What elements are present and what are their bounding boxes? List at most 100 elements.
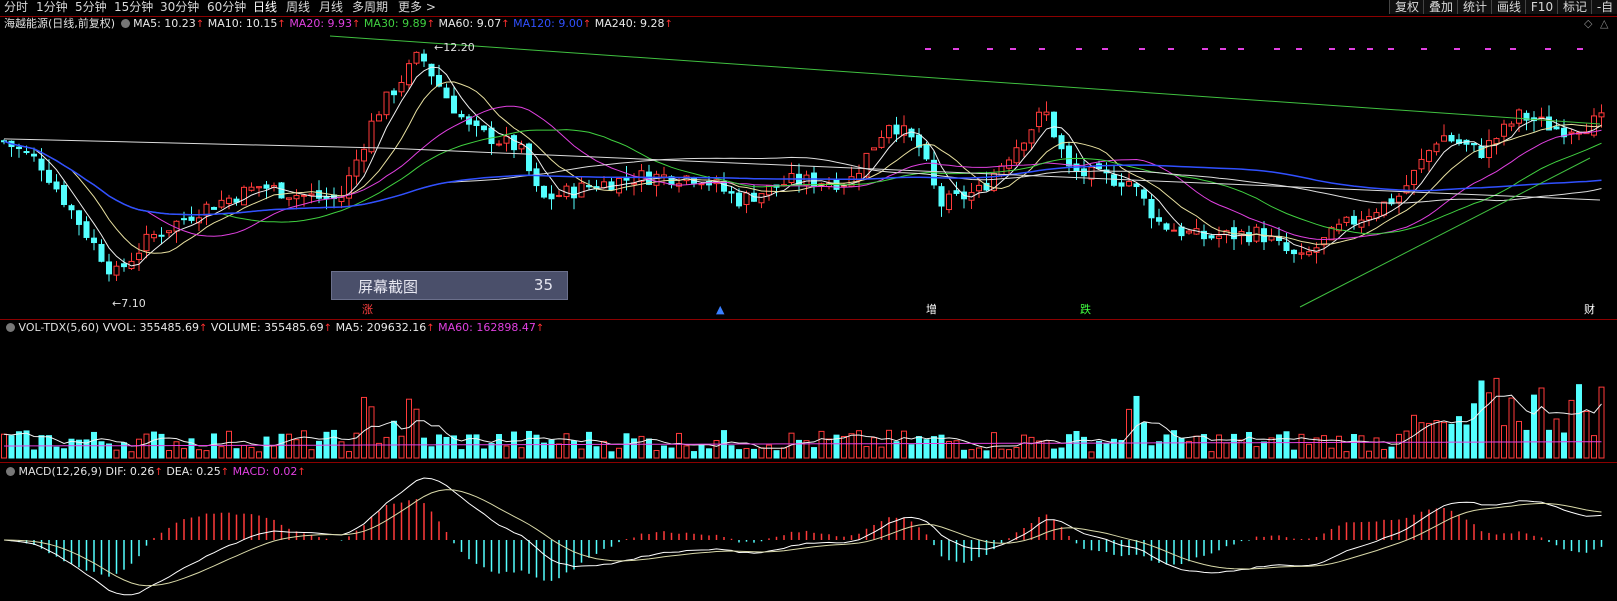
- candle-body: [218, 199, 225, 208]
- candle-body: [121, 263, 127, 268]
- trend-line: [1299, 157, 1591, 308]
- volume-bar: [338, 441, 345, 459]
- candle-body: [533, 168, 540, 187]
- event-marker-finance[interactable]: 财: [1584, 304, 1595, 316]
- volume-bar: [773, 450, 780, 459]
- volume-bar: [991, 432, 997, 459]
- candle-body: [188, 216, 195, 221]
- volume-bar: [638, 435, 645, 459]
- volume-bar: [946, 441, 952, 459]
- volume-bar: [503, 445, 510, 459]
- signal-dot: [1010, 48, 1016, 50]
- candle-body: [1516, 109, 1522, 124]
- candle-body: [1058, 135, 1065, 150]
- candle-body: [893, 124, 900, 135]
- candle-body: [1178, 226, 1185, 237]
- volume-bar: [1531, 394, 1537, 459]
- candle-body: [1568, 131, 1575, 134]
- candle-body: [1028, 129, 1035, 144]
- volume-bar: [1568, 399, 1575, 459]
- volume-bar: [1523, 429, 1530, 459]
- candle-body: [938, 186, 945, 207]
- volume-bar: [1471, 403, 1477, 459]
- volume-bar: [488, 443, 495, 459]
- candle-body: [136, 252, 142, 261]
- candle-body: [1216, 235, 1222, 240]
- volume-bar: [1321, 435, 1327, 459]
- volume-bar: [1591, 435, 1597, 459]
- volume-bar: [1006, 449, 1012, 459]
- volume-bar: [1216, 434, 1222, 459]
- signal-dot: [1076, 48, 1082, 50]
- kline-chart-canvas[interactable]: [0, 0, 1617, 601]
- volume-bar: [406, 398, 412, 459]
- volume-bar: [233, 448, 240, 459]
- candle-body: [871, 147, 877, 151]
- candle-body: [923, 143, 930, 160]
- volume-bar: [1576, 384, 1582, 459]
- candle-body: [61, 184, 67, 205]
- candle-body: [98, 243, 105, 262]
- volume-bar: [1246, 431, 1252, 459]
- volume-bar: [248, 446, 255, 459]
- volume-bar: [1448, 423, 1455, 459]
- volume-bar: [128, 451, 135, 459]
- volume-bar: [1058, 447, 1065, 459]
- volume-bar: [668, 447, 675, 459]
- candle-body: [728, 191, 735, 194]
- volume-bar: [398, 435, 405, 459]
- volume-bar: [391, 420, 397, 459]
- volume-bar: [886, 429, 892, 459]
- candle-body: [226, 197, 232, 205]
- signal-dot: [1329, 48, 1335, 50]
- volume-bar: [1418, 422, 1425, 459]
- volume-bar: [1103, 443, 1110, 459]
- event-marker-triangle[interactable]: ▲: [716, 304, 724, 316]
- signal-dot: [1421, 48, 1427, 50]
- volume-bar: [916, 436, 922, 459]
- volume-bar: [1336, 435, 1342, 459]
- volume-bar: [1291, 449, 1297, 459]
- candle-body: [1598, 112, 1605, 118]
- candle-body: [406, 63, 412, 86]
- candle-body: [878, 137, 885, 148]
- candle-body: [803, 174, 810, 186]
- candle-body: [1351, 215, 1357, 225]
- volume-bar: [691, 451, 697, 459]
- volume-bar: [1388, 446, 1395, 459]
- candle-body: [1268, 236, 1275, 241]
- candle-body: [23, 151, 30, 154]
- volume-bar: [983, 450, 990, 459]
- candle-body: [1508, 123, 1515, 127]
- volume-bar: [316, 440, 322, 459]
- candle-body: [1306, 251, 1312, 256]
- volume-bar: [458, 449, 465, 459]
- candle-body: [541, 185, 547, 198]
- candle-body: [1171, 229, 1177, 232]
- volume-bar: [1456, 416, 1462, 459]
- candle-body: [106, 261, 112, 275]
- candle-body: [383, 91, 390, 116]
- volume-bar: [518, 447, 525, 459]
- event-marker-increase[interactable]: 增: [926, 304, 937, 316]
- event-marker-up[interactable]: 涨: [362, 304, 373, 316]
- volume-bar: [961, 449, 967, 459]
- volume-bar: [1178, 437, 1185, 459]
- volume-bar: [1381, 448, 1387, 459]
- candle-body: [1081, 168, 1087, 177]
- volume-bar: [1231, 433, 1237, 459]
- event-marker-down[interactable]: 跌: [1080, 304, 1091, 316]
- volume-bar: [368, 406, 375, 459]
- volume-bar: [1508, 397, 1515, 459]
- volume-bar: [923, 439, 930, 459]
- volume-bar: [616, 447, 622, 459]
- candle-body: [211, 206, 217, 210]
- volume-bar: [1163, 434, 1170, 459]
- candle-body: [1133, 183, 1140, 188]
- candle-body: [241, 186, 247, 206]
- candle-body: [1418, 158, 1425, 170]
- volume-bar: [781, 447, 787, 459]
- volume-bar: [1223, 442, 1230, 459]
- volume-bar: [1283, 431, 1290, 459]
- volume-bar: [1538, 387, 1545, 459]
